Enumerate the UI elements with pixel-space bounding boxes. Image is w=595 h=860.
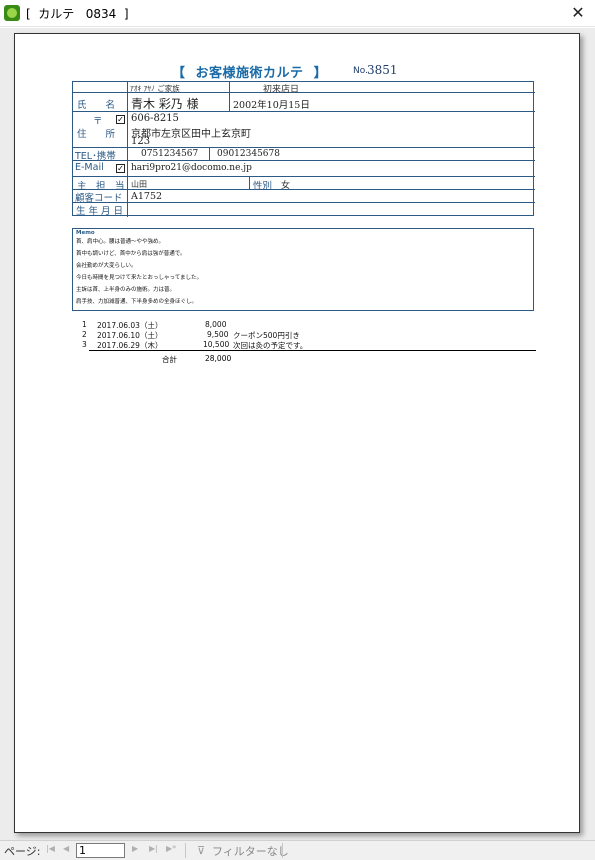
tel-value: 0751234567	[141, 149, 199, 159]
address-label: 住 所	[77, 129, 116, 140]
visit-amount: 8,000	[205, 320, 227, 329]
last-page-icon[interactable]: ▶|	[149, 844, 158, 853]
postal-value: 606-8215	[131, 113, 179, 124]
page-number-input[interactable]: 1	[76, 843, 125, 858]
address-line2: 123	[131, 136, 151, 147]
memo-box: Memo 首、肩中心。腰は普通～やや強め。 首中も調いけど、首中から肩は強が普通…	[72, 228, 534, 311]
memo-line: 今日も時間を見つけて来たとおっしゃってました。	[76, 275, 202, 281]
next-page-icon[interactable]: ▶	[132, 844, 138, 853]
first-page-icon[interactable]: |◀	[46, 844, 55, 853]
visit-amount: 10,500	[203, 340, 230, 349]
separator	[282, 843, 283, 858]
separator	[185, 843, 186, 858]
window-titlebar: [ カルテ 0834 ] ✕	[0, 0, 595, 27]
memo-line: 会社勤めが大変らしい。	[76, 263, 137, 269]
first-visit-value: 2002年10月15日	[233, 100, 310, 111]
customer-code-label: 顧客コード	[75, 193, 123, 204]
visit-row: 3 2017.06.29（木） 10,500 次回は灸の予定です。	[15, 340, 307, 350]
birth-label: 生 年 月 日	[76, 206, 124, 217]
visit-no: 2	[82, 330, 87, 339]
visit-row: 1 2017.06.03（土） 8,000	[15, 320, 226, 330]
total-label: 合計	[162, 355, 177, 364]
report-no-label: No.	[353, 66, 368, 76]
customer-info-table: ｱｵｷ ｱﾔﾉ ご家族 初来店日 氏 名 青木 彩乃 様 2002年10月15日…	[72, 81, 535, 217]
mobile-value: 09012345678	[217, 149, 280, 159]
furigana-value: ｱｵｷ ｱﾔﾉ ご家族	[130, 84, 180, 93]
tel-label: TEL･携帯	[75, 151, 116, 162]
memo-line: 主訴は首、上半身のみの施術。力は普。	[76, 287, 176, 293]
gender-label: 性別	[253, 181, 273, 192]
memo-line: 首中も調いけど、首中から肩は強が普通で。	[76, 251, 186, 257]
gender-value: 女	[281, 181, 291, 191]
postal-checkbox[interactable]: ✓	[116, 115, 125, 124]
first-visit-label: 初来店日	[263, 85, 300, 95]
window-title: [ カルテ 0834 ]	[26, 7, 129, 21]
report-page: 【 お客様施術カルテ 】 No. 3851 ｱｵｷ ｱﾔﾉ ご家族 初来店日 氏…	[14, 33, 580, 833]
visit-no: 3	[82, 340, 87, 349]
name-value: 青木 彩乃 様	[131, 97, 199, 111]
app-leaf-icon	[4, 5, 20, 21]
close-icon[interactable]: ✕	[567, 2, 589, 24]
page-label: ページ:	[4, 845, 41, 858]
postal-label: 〒	[93, 116, 103, 127]
filter-status[interactable]: フィルターなし	[212, 843, 289, 859]
visit-amount: 9,500	[207, 330, 229, 339]
filter-off-icon[interactable]: ⊽	[197, 844, 205, 857]
report-title: 【 お客様施術カルテ 】	[172, 66, 328, 81]
memo-label: Memo	[76, 230, 95, 236]
memo-line: 肩手技、力加減普通、下半身多めの全身ほぐし。	[76, 299, 198, 305]
memo-line: 首、肩中心。腰は普通～やや強め。	[76, 239, 165, 245]
email-checkbox[interactable]: ✓	[116, 164, 125, 173]
new-record-icon[interactable]: ▶*	[166, 844, 176, 853]
total-divider	[89, 350, 536, 351]
email-label: E-Mail	[75, 162, 104, 173]
report-viewer[interactable]: 【 お客様施術カルテ 】 No. 3851 ｱｵｷ ｱﾔﾉ ご家族 初来店日 氏…	[0, 28, 595, 840]
total-value: 28,000	[205, 354, 232, 363]
record-navigation-bar: ページ: |◀ ◀ 1 ▶ ▶| ▶* ⊽ フィルターなし	[0, 840, 595, 860]
staff-value: 山田	[131, 180, 147, 189]
visit-row: 2 2017.06.10（土） 9,500 クーポン500円引き	[15, 330, 300, 340]
email-value: hari9pro21@docomo.ne.jp	[131, 163, 252, 173]
name-label: 氏 名	[77, 100, 116, 111]
customer-code-value: A1752	[131, 191, 163, 202]
report-no-value: 3851	[367, 63, 398, 77]
prev-page-icon[interactable]: ◀	[63, 844, 69, 853]
visit-no: 1	[82, 320, 87, 329]
